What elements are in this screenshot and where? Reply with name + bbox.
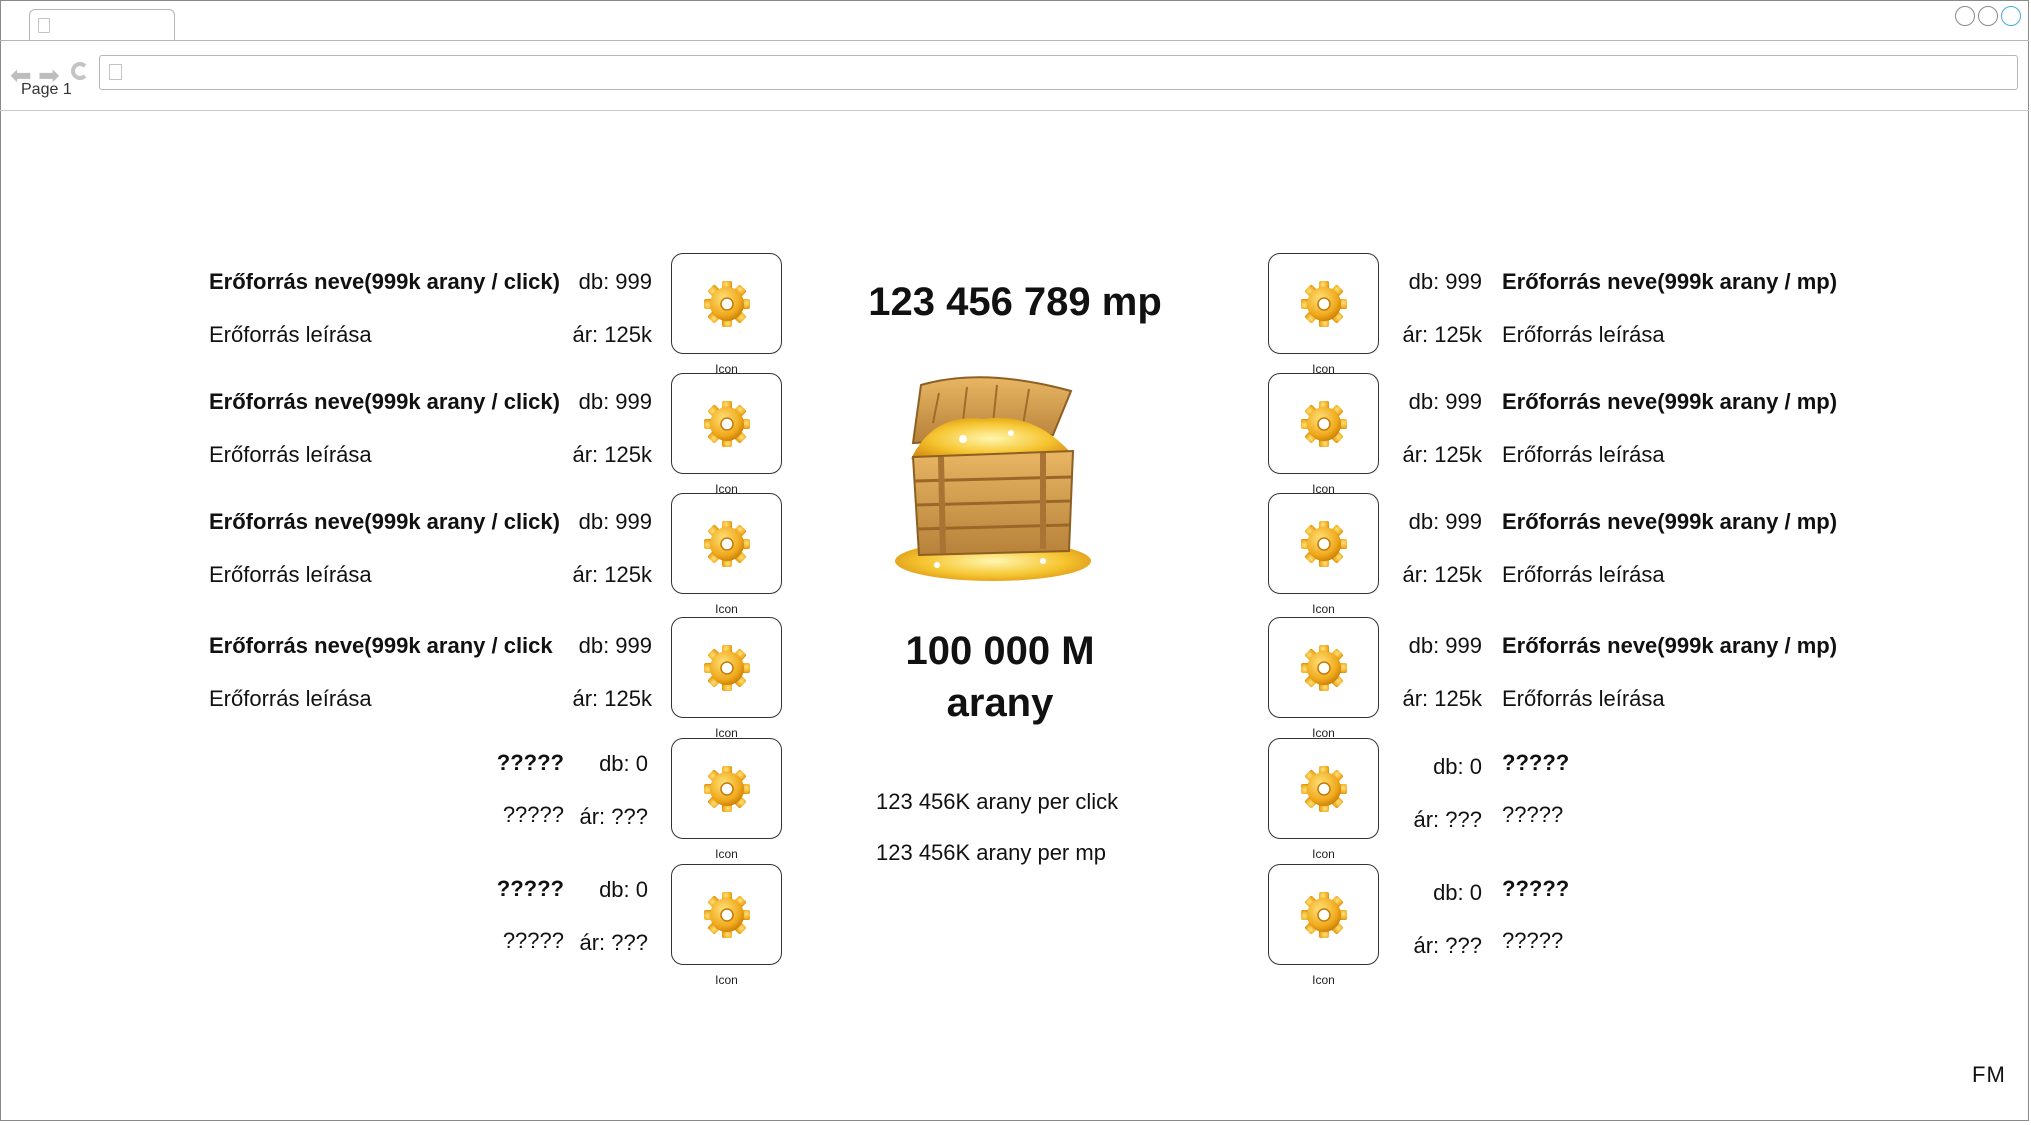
resource-count: db: 999 <box>578 389 652 414</box>
resource-buy-button[interactable] <box>1268 373 1379 474</box>
gold-per-second: 123 456K arany per mp <box>876 840 1106 865</box>
resource-description: ????? <box>502 928 564 953</box>
gold-per-click: 123 456K arany per click <box>876 789 1119 814</box>
resource-name: Erőforrás neve(999k arany / mp) <box>1502 509 1838 534</box>
resource-buy-button[interactable] <box>671 373 782 474</box>
resource-name: Erőforrás neve(999k arany / click) <box>209 389 560 414</box>
resource-buy-button[interactable] <box>1268 617 1379 718</box>
resource-count: db: 0 <box>599 751 648 776</box>
address-bar[interactable] <box>99 55 2018 90</box>
gold-unit: arany <box>946 681 1054 725</box>
resource-name: Erőforrás neve(999k arany / click) <box>209 509 560 534</box>
resource-price: ár: 125k <box>1402 442 1483 467</box>
resource-count: db: 0 <box>599 877 648 902</box>
gear-icon <box>1301 645 1347 691</box>
resource-price: ár: 125k <box>572 322 653 347</box>
resource-description: Erőforrás leírása <box>1502 322 1665 347</box>
icon-caption: Icon <box>715 847 738 861</box>
reload-icon[interactable] <box>71 62 89 80</box>
resource-count: db: 999 <box>1408 269 1482 294</box>
resource-count: db: 0 <box>1433 754 1482 779</box>
resource-count: db: 0 <box>1433 880 1482 905</box>
icon-caption: Icon <box>1312 847 1335 861</box>
gear-icon <box>1301 521 1347 567</box>
resource-name: ????? <box>1502 876 1570 901</box>
resource-description: Erőforrás leírása <box>1502 442 1665 467</box>
icon-caption: Icon <box>715 602 738 616</box>
resource-description: ????? <box>1502 928 1564 953</box>
gear-icon <box>704 521 750 567</box>
resource-count: db: 999 <box>578 269 652 294</box>
gear-icon <box>704 401 750 447</box>
resource-price: ár: 125k <box>1402 322 1483 347</box>
resource-buy-button[interactable] <box>671 493 782 594</box>
tab-divider <box>0 40 2029 41</box>
resource-price: ár: 125k <box>572 562 653 587</box>
gear-icon <box>704 281 750 327</box>
resource-count: db: 999 <box>1408 509 1482 534</box>
gold-total: 100 000 M arany <box>840 625 1160 729</box>
resource-description: ????? <box>1502 802 1564 827</box>
resource-description: Erőforrás leírása <box>1502 562 1665 587</box>
resource-buy-button[interactable] <box>671 864 782 965</box>
chrome-divider <box>0 110 2029 111</box>
gear-icon <box>1301 401 1347 447</box>
resource-price: ár: ??? <box>579 804 649 829</box>
resource-price: ár: 125k <box>572 442 653 467</box>
resource-description: Erőforrás leírása <box>209 686 372 711</box>
gold-amount: 100 000 M <box>905 629 1095 673</box>
resource-count: db: 999 <box>578 509 652 534</box>
resource-price: ár: 125k <box>1402 562 1483 587</box>
resource-count: db: 999 <box>1408 389 1482 414</box>
gear-icon <box>1301 892 1347 938</box>
resource-name: Erőforrás neve(999k arany / click <box>209 633 553 658</box>
resource-price: ár: ??? <box>1413 807 1483 832</box>
icon-caption: Icon <box>715 973 738 987</box>
resource-price: ár: 125k <box>1402 686 1483 711</box>
gear-icon <box>704 766 750 812</box>
resource-buy-button[interactable] <box>1268 253 1379 354</box>
resource-description: Erőforrás leírása <box>209 442 372 467</box>
gear-icon <box>704 892 750 938</box>
time-counter: 123 456 789 mp <box>868 280 1162 324</box>
resource-buy-button[interactable] <box>671 617 782 718</box>
resource-description: Erőforrás leírása <box>209 322 372 347</box>
resource-name: ????? <box>496 750 564 775</box>
page-label: Page 1 <box>21 81 72 98</box>
icon-caption: Icon <box>1312 602 1335 616</box>
treasure-chest-icon[interactable] <box>893 373 1093 583</box>
resource-count: db: 999 <box>578 633 652 658</box>
resource-name: Erőforrás neve(999k arany / click) <box>209 269 560 294</box>
resource-price: ár: ??? <box>1413 933 1483 958</box>
resource-buy-button[interactable] <box>671 253 782 354</box>
resource-description: Erőforrás leírása <box>1502 686 1665 711</box>
resource-buy-button[interactable] <box>671 738 782 839</box>
gear-icon <box>704 645 750 691</box>
resource-description: Erőforrás leírása <box>209 562 372 587</box>
window-minimize-button[interactable] <box>1955 6 1975 26</box>
window-close-button[interactable] <box>2001 6 2021 26</box>
window-maximize-button[interactable] <box>1978 6 1998 26</box>
gear-icon <box>1301 281 1347 327</box>
resource-name: Erőforrás neve(999k arany / mp) <box>1502 633 1838 658</box>
resource-price: ár: 125k <box>572 686 653 711</box>
resource-name: ????? <box>496 876 564 901</box>
page-icon <box>109 64 122 80</box>
resource-price: ár: ??? <box>579 930 649 955</box>
resource-buy-button[interactable] <box>1268 738 1379 839</box>
resource-name: Erőforrás neve(999k arany / mp) <box>1502 269 1838 294</box>
gear-icon <box>1301 766 1347 812</box>
resource-name: Erőforrás neve(999k arany / mp) <box>1502 389 1838 414</box>
author-initials: FM <box>1972 1062 2006 1087</box>
resource-name: ????? <box>1502 750 1570 775</box>
resource-buy-button[interactable] <box>1268 493 1379 594</box>
icon-caption: Icon <box>1312 973 1335 987</box>
resource-description: ????? <box>502 802 564 827</box>
browser-tab[interactable] <box>29 9 175 41</box>
resource-buy-button[interactable] <box>1268 864 1379 965</box>
page-icon <box>38 18 50 33</box>
resource-count: db: 999 <box>1408 633 1482 658</box>
